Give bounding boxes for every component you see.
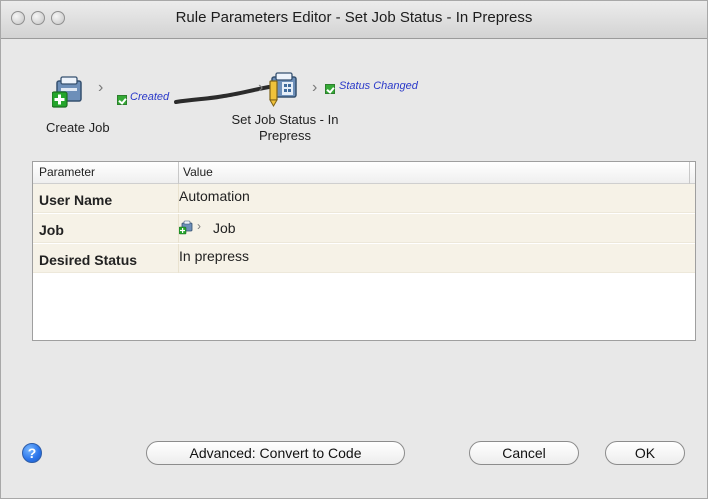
create-job-icon[interactable]: [52, 74, 88, 110]
parameter-value[interactable]: Automation: [179, 188, 250, 204]
column-header-parameter[interactable]: Parameter: [39, 165, 95, 179]
node-output-arrow-icon: ›: [312, 79, 318, 96]
column-header-value[interactable]: Value: [183, 165, 213, 179]
parameter-name: Desired Status: [39, 252, 138, 268]
advanced-convert-to-code-button[interactable]: Advanced: Convert to Code: [146, 441, 405, 465]
window-title: Rule Parameters Editor - Set Job Status …: [175, 9, 533, 26]
column-divider[interactable]: [689, 162, 690, 184]
created-event-label: Created: [130, 91, 170, 103]
rule-flow-diagram: › Created Create Job › › Status Changed …: [21, 59, 681, 151]
column-divider[interactable]: [178, 162, 179, 184]
job-icon: [179, 220, 193, 235]
help-button[interactable]: ?: [22, 443, 42, 463]
parameter-value[interactable]: In prepress: [179, 248, 249, 264]
set-job-status-label-line2: Prepress: [258, 128, 312, 143]
minimize-window-button[interactable]: [31, 11, 45, 25]
status-changed-event-label: Status Changed: [339, 80, 418, 92]
table-row[interactable]: Desired Status In prepress: [33, 244, 695, 273]
table-row[interactable]: Job › Job: [33, 214, 695, 243]
table-header: Parameter Value: [33, 162, 695, 184]
title-bar: Rule Parameters Editor - Set Job Status …: [1, 1, 707, 39]
set-job-status-icon[interactable]: [266, 71, 302, 107]
parameters-table: Parameter Value User Name Automation Job…: [32, 161, 696, 341]
parameter-name: User Name: [39, 192, 113, 208]
parameter-value[interactable]: Job: [213, 220, 236, 236]
rule-parameters-editor-window: Rule Parameters Editor - Set Job Status …: [0, 0, 708, 499]
set-job-status-label-line1: Set Job Status - In: [231, 112, 339, 127]
ok-button[interactable]: OK: [605, 441, 685, 465]
parameter-name: Job: [39, 222, 64, 238]
created-checkbox[interactable]: [117, 95, 127, 105]
zoom-window-button[interactable]: [51, 11, 65, 25]
close-window-button[interactable]: [11, 11, 25, 25]
cancel-button[interactable]: Cancel: [469, 441, 579, 465]
create-job-label: Create Job: [46, 120, 110, 135]
table-row[interactable]: User Name Automation: [33, 184, 695, 213]
status-changed-checkbox[interactable]: [325, 84, 335, 94]
job-arrow-icon: ›: [197, 219, 201, 233]
node-output-arrow-icon: ›: [98, 79, 104, 96]
